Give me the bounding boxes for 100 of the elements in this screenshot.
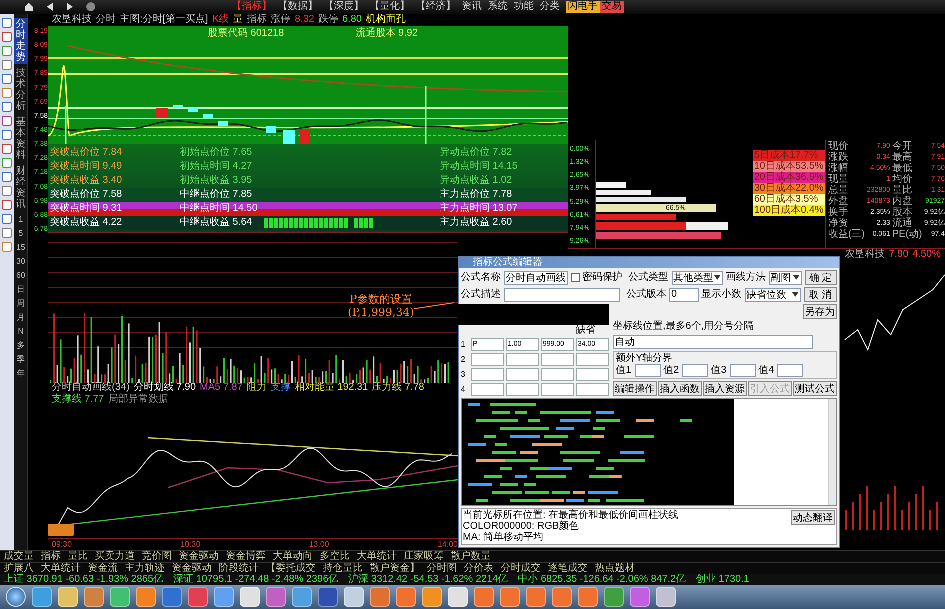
param-cell[interactable] xyxy=(506,383,539,396)
input-field[interactable] xyxy=(504,288,620,302)
param-cell[interactable] xyxy=(541,368,574,381)
menu-item[interactable]: 资讯 xyxy=(462,1,482,13)
dialog-button[interactable]: 编辑操作 xyxy=(613,381,657,396)
bottom-tab[interactable]: 阶段统计 xyxy=(219,563,259,574)
param-cell[interactable] xyxy=(471,353,504,366)
save-as-button[interactable]: 另存为 xyxy=(803,304,837,319)
param-cell[interactable] xyxy=(471,383,504,396)
bottom-tab[interactable]: 逐笔成交 xyxy=(548,563,588,574)
confirm-button[interactable]: 确 定 xyxy=(804,270,837,285)
taskbar-app-icon[interactable] xyxy=(344,587,364,607)
dialog-button[interactable]: 插入资源 xyxy=(703,381,747,396)
period-tab[interactable]: 15 xyxy=(14,242,28,253)
input-field[interactable]: 自动 xyxy=(613,335,813,349)
period-tab[interactable]: 周 xyxy=(14,298,28,309)
toolbar-badge[interactable]: 闪电手 xyxy=(566,1,600,13)
taskbar-app-icon[interactable] xyxy=(630,587,650,607)
param-cell[interactable] xyxy=(506,353,539,366)
bottom-tab[interactable]: 资金博弈 xyxy=(226,551,266,562)
dialog-button[interactable]: 测试公式 xyxy=(793,381,837,396)
taskbar-app-icon[interactable] xyxy=(266,587,286,607)
param-cell[interactable] xyxy=(576,353,609,366)
bottom-tab[interactable]: 资金驱动 xyxy=(172,563,212,574)
input-field[interactable]: 0 xyxy=(669,288,699,302)
period-tab[interactable]: 日 xyxy=(14,284,28,295)
taskbar-app-icon[interactable] xyxy=(318,587,338,607)
taskbar-app-icon[interactable] xyxy=(474,587,494,607)
menu-item[interactable]: 【量化】 xyxy=(370,1,410,13)
taskbar-app-icon[interactable] xyxy=(448,587,468,607)
menu-item[interactable]: 功能 xyxy=(514,1,534,13)
dropdown[interactable]: 副图 xyxy=(769,270,802,284)
taskbar-app-icon[interactable] xyxy=(136,587,156,607)
translate-button[interactable]: 动态翻译 xyxy=(791,510,835,525)
bottom-tab[interactable]: 多空比 xyxy=(320,551,350,562)
bottom-tab[interactable]: 大单动向 xyxy=(273,551,313,562)
menu-item[interactable]: 系统 xyxy=(488,1,508,13)
bottom-tab[interactable]: 散户资金】 xyxy=(370,563,420,574)
dialog-button[interactable]: 插入函数 xyxy=(658,381,702,396)
start-button[interactable] xyxy=(6,587,26,607)
taskbar-app-icon[interactable] xyxy=(292,587,312,607)
period-tab[interactable]: N xyxy=(14,326,28,337)
bottom-tab[interactable]: 扩展八 xyxy=(4,563,34,574)
period-tab[interactable]: 月 xyxy=(14,312,28,323)
period-tab[interactable]: 季 xyxy=(14,354,28,365)
bottom-tab[interactable]: 量比 xyxy=(68,551,88,562)
param-cell[interactable] xyxy=(471,368,504,381)
bottom-tab[interactable]: 买卖力道 xyxy=(95,551,135,562)
bottom-tab[interactable]: 散户数量 xyxy=(451,551,491,562)
input-field[interactable]: 分时自动画线 xyxy=(504,270,568,284)
taskbar-app-icon[interactable] xyxy=(240,587,260,607)
taskbar-app-icon[interactable] xyxy=(110,587,130,607)
dropdown[interactable]: 其他类型 xyxy=(672,270,724,284)
bottom-tab[interactable]: 资金驱动 xyxy=(179,551,219,562)
toolbar-badge[interactable]: 交易 xyxy=(600,1,624,13)
param-cell[interactable] xyxy=(576,368,609,381)
side-tab[interactable]: 基本资料 xyxy=(14,116,28,162)
bottom-tab[interactable]: 竞价图 xyxy=(142,551,172,562)
bottom-tab[interactable]: 庄家吸筹 xyxy=(404,551,444,562)
side-tab[interactable]: 分时走势 xyxy=(14,18,28,64)
checkbox[interactable] xyxy=(571,273,580,282)
period-tab[interactable]: 60 xyxy=(14,270,28,281)
period-tab[interactable]: 多 xyxy=(14,340,28,351)
taskbar-app-icon[interactable] xyxy=(500,587,520,607)
bottom-tab[interactable]: 持仓量比 xyxy=(323,563,363,574)
bottom-tab[interactable]: 大单统计 xyxy=(41,563,81,574)
menu-item[interactable]: 分类 xyxy=(540,1,560,13)
taskbar-app-icon[interactable] xyxy=(578,587,598,607)
input-field[interactable] xyxy=(777,364,804,377)
input-field[interactable] xyxy=(730,364,756,377)
menu-item[interactable]: 【经济】 xyxy=(416,1,456,13)
taskbar-app-icon[interactable] xyxy=(604,587,624,607)
menu-item[interactable]: 【指标】 xyxy=(232,1,272,13)
input-field[interactable] xyxy=(634,364,661,377)
param-cell[interactable] xyxy=(506,368,539,381)
taskbar-app-icon[interactable] xyxy=(84,587,104,607)
back-icon[interactable] xyxy=(46,2,54,12)
menu-item[interactable]: 【深度】 xyxy=(324,1,364,13)
taskbar-app-icon[interactable] xyxy=(552,587,572,607)
taskbar-app-icon[interactable] xyxy=(58,587,78,607)
home-icon[interactable] xyxy=(24,2,34,12)
taskbar-app-icon[interactable] xyxy=(32,587,52,607)
taskbar-app-icon[interactable] xyxy=(396,587,416,607)
param-cell[interactable] xyxy=(576,383,609,396)
bottom-tab[interactable]: 分时图 xyxy=(427,563,457,574)
taskbar-app-icon[interactable] xyxy=(526,587,546,607)
bottom-tab[interactable]: 资金流 xyxy=(88,563,118,574)
taskbar-app-icon[interactable] xyxy=(214,587,234,607)
bottom-tab[interactable]: 大单统计 xyxy=(357,551,397,562)
taskbar-app-icon[interactable] xyxy=(422,587,442,607)
input-field[interactable] xyxy=(682,364,708,377)
bottom-tab[interactable]: 分价表 xyxy=(464,563,494,574)
bottom-tab[interactable]: 热点题材 xyxy=(595,563,635,574)
period-tab[interactable]: 5 xyxy=(14,228,28,239)
side-tab[interactable]: 技术分析 xyxy=(14,67,28,113)
scrollbar[interactable] xyxy=(828,399,836,505)
forward-icon[interactable] xyxy=(66,2,74,12)
dropdown[interactable]: 缺省位数 xyxy=(744,288,801,302)
taskbar-app-icon[interactable] xyxy=(370,587,390,607)
period-tab[interactable]: 1 xyxy=(14,214,28,225)
